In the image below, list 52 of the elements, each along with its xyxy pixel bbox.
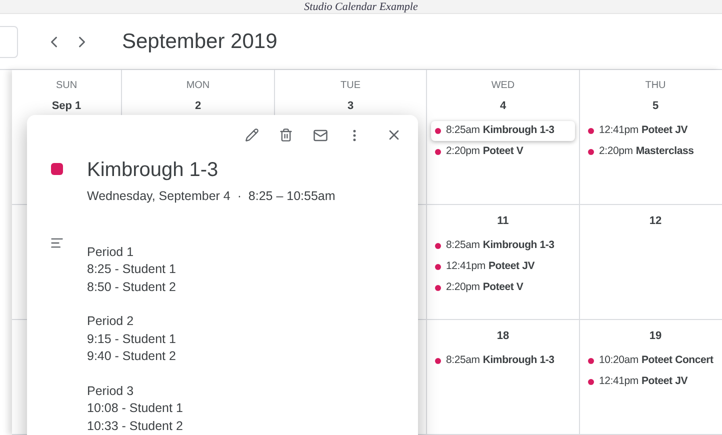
- weekday-label: SUN: [56, 79, 78, 93]
- day-number[interactable]: 2: [194, 98, 202, 114]
- event-datetime: Wednesday, September 4 · 8:25 – 10:55am: [87, 188, 336, 205]
- event-time: 2:20pm: [446, 280, 480, 295]
- event-chip[interactable]: 2:20pm Poteet V: [431, 142, 575, 162]
- day-number[interactable]: 4: [500, 98, 506, 114]
- event-name: Masterclass: [636, 144, 694, 159]
- day-number[interactable]: 11: [497, 213, 509, 230]
- description-paragraph: Period 2 9:15 - Student 1 9:40 - Student 2: [87, 313, 177, 366]
- month-title: September 2019: [122, 28, 278, 55]
- event-time: 8:25am: [446, 238, 480, 253]
- event-chip[interactable]: 12:41pm Poteet JV: [584, 120, 722, 140]
- weekday-label: MON: [186, 79, 210, 93]
- day-number[interactable]: Sep 1: [52, 98, 82, 114]
- event-name: Poteet JV: [641, 122, 688, 138]
- event-name: Kimbrough 1-3: [482, 352, 554, 368]
- event-time: 2:20pm: [446, 144, 480, 159]
- event-name: Poteet JV: [488, 258, 535, 274]
- weekday-label: WED: [491, 79, 515, 93]
- event-title: Kimbrough 1-3: [87, 158, 220, 183]
- event-name: Poteet JV: [641, 374, 688, 389]
- page-title: Studio Calendar Example: [304, 0, 418, 12]
- event-chip[interactable]: 2:20pm Poteet V: [431, 278, 575, 298]
- event-chip[interactable]: 8:25am Kimbrough 1-3: [431, 236, 575, 256]
- description-paragraph: Period 3 10:08 - Student 1 10:33 - Student 2: [87, 382, 183, 435]
- event-time: 8:25am: [446, 352, 480, 368]
- event-name: Poteet V: [482, 144, 524, 159]
- event-chip[interactable]: 2:20pm Masterclass: [584, 142, 722, 162]
- event-name: Poteet Concert: [641, 352, 714, 368]
- day-number[interactable]: 3: [347, 98, 354, 114]
- event-name: Kimbrough 1-3: [482, 122, 554, 138]
- weekday-label: TUE: [340, 79, 360, 93]
- day-number[interactable]: 12: [649, 213, 662, 230]
- event-chip[interactable]: 12:41pm Poteet JV: [431, 256, 575, 276]
- event-chip[interactable]: 8:25am Kimbrough 1-3: [431, 350, 575, 370]
- event-chip[interactable]: 12:41pm Poteet JV: [584, 372, 722, 392]
- event-chip[interactable]: 8:25am Kimbrough 1-3: [431, 120, 575, 140]
- description-icon: [50, 236, 64, 250]
- day-number[interactable]: 19: [649, 328, 662, 344]
- event-time: 10:20am: [599, 352, 638, 368]
- event-name: Poteet V: [482, 280, 524, 295]
- event-name: Kimbrough 1-3: [482, 238, 554, 253]
- day-number[interactable]: 18: [496, 328, 510, 344]
- event-time: 12:41pm: [599, 122, 638, 138]
- event-time: 8:25am: [446, 122, 480, 138]
- description-paragraph: Period 1 8:25 - Student 1 8:50 - Student 2: [87, 244, 177, 296]
- event-time: 12:41pm: [599, 374, 638, 389]
- weekday-label: THU: [645, 79, 666, 93]
- day-number[interactable]: 5: [652, 98, 659, 114]
- event-time: 12:41pm: [446, 258, 486, 274]
- event-time: 2:20pm: [599, 144, 633, 159]
- event-chip[interactable]: 10:20am Poteet Concert: [584, 350, 722, 370]
